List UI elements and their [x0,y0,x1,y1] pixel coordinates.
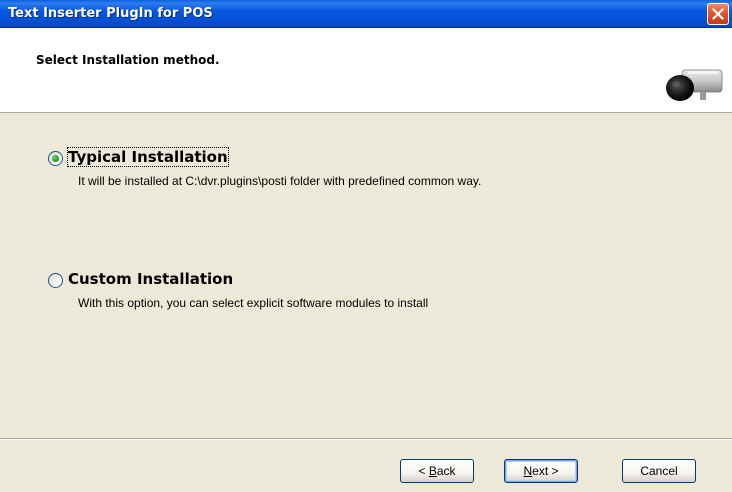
close-button[interactable] [707,3,729,25]
next-button-hotkey: N [523,464,533,478]
wizard-header: Select Installation method. [0,28,732,113]
window-title: Text Inserter PlugIn for POS [8,6,213,21]
typical-installation-radio[interactable] [48,151,63,166]
custom-installation-description: With this option, you can select explici… [78,296,429,310]
typical-installation-label[interactable]: Typical Installation [67,147,229,167]
page-heading: Select Installation method. [36,53,220,67]
back-button-hotkey: B [428,464,437,478]
options-panel: Typical Installation It will be installe… [0,114,732,438]
back-button-prefix: < [418,464,429,478]
next-button-rest: ext > [532,464,559,478]
title-bar[interactable]: Text Inserter PlugIn for POS [0,0,732,28]
custom-installation-radio[interactable] [48,273,63,288]
custom-installation-label[interactable]: Custom Installation [68,270,233,288]
next-button[interactable]: Next > [504,459,578,483]
back-button-rest: ack [436,464,456,478]
close-icon [712,8,724,20]
typical-installation-description: It will be installed at C:\dvr.plugins\p… [78,174,482,188]
camera-icon [666,69,723,101]
footer-divider [0,438,732,440]
back-button[interactable]: < Back [400,459,474,483]
cancel-button[interactable]: Cancel [622,459,696,483]
